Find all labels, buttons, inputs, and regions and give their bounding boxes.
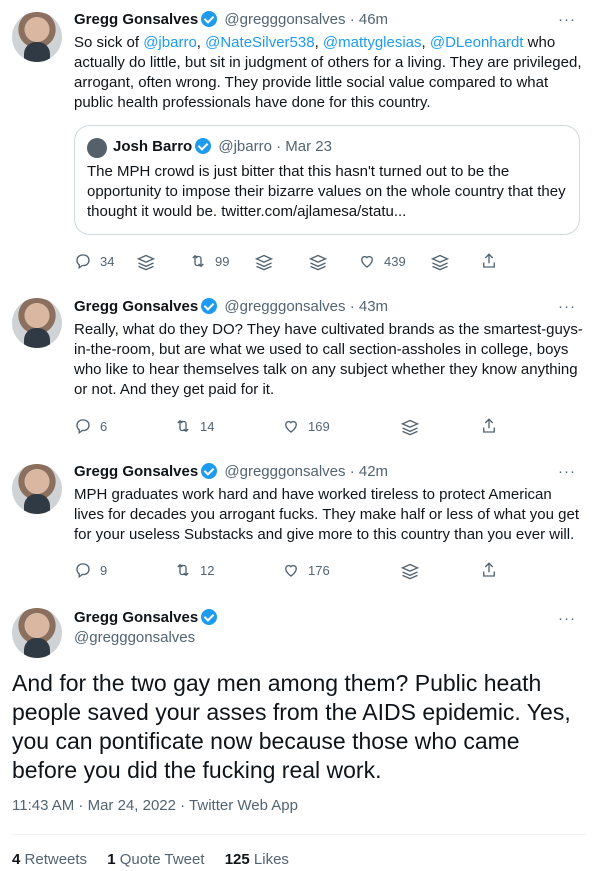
stack-icon[interactable] [430,253,450,273]
author-handle-row: @gregggonsalves [74,627,195,649]
author-handle[interactable]: @gregggonsalves [224,11,345,28]
share-icon [483,418,495,433]
tweet-time[interactable]: 42m [359,463,388,480]
verified-badge-icon [201,298,218,314]
retweet-button[interactable]: 12 [174,558,214,582]
verified-badge-icon [201,463,218,479]
separator: · [349,11,355,28]
tweet-time: Mar 23 [285,138,332,155]
share-button[interactable] [480,414,506,438]
action-bar: 34 99 439 [74,249,584,273]
tweet-header: Gregg Gonsalves @gregggonsalves · 43m [74,296,388,318]
retweet-icon [192,254,204,268]
divider [12,834,586,835]
likes-stat[interactable]: 125 Likes [225,851,289,868]
verified-badge-icon [201,609,218,625]
reply-count: 6 [100,418,108,434]
mention-link[interactable]: @DLeonhardt [430,34,524,51]
tweet-text: So sick of @jbarro, @NateSilver538, @mat… [74,34,582,111]
tweet-time[interactable]: 43m [359,298,388,315]
author-handle[interactable]: @gregggonsalves [74,629,195,646]
retweet-icon [177,419,189,433]
share-icon [483,562,495,577]
reply-count: 34 [100,253,115,269]
reply-button[interactable]: 34 [74,249,114,273]
quote-tweets-stat[interactable]: 1 Quote Tweet [107,851,204,868]
retweet-count: 12 [200,562,215,578]
mention-link[interactable]: @mattyglesias [323,34,422,51]
separator: · [349,298,355,315]
tweet-text: MPH graduates work hard and have worked … [74,486,579,543]
reply-button[interactable]: 6 [74,414,107,438]
avatar[interactable] [12,464,62,514]
reply-icon [76,563,90,579]
author-handle[interactable]: @gregggonsalves [224,463,345,480]
like-count: 176 [308,562,330,578]
more-icon[interactable]: ··· [558,462,576,482]
retweet-count: 14 [200,418,215,434]
avatar[interactable] [12,298,62,348]
retweet-button[interactable]: 99 [189,249,229,273]
tweet-3[interactable]: Gregg Gonsalves @gregggonsalves · 42m ··… [0,460,598,600]
avatar[interactable] [12,12,62,62]
separator: · [349,463,355,480]
main-tweet-text: And for the two gay men among them? Publ… [12,670,571,783]
more-icon[interactable]: ··· [558,609,576,629]
author-name[interactable]: Gregg Gonsalves [74,298,198,315]
tweet-header: Gregg Gonsalves @gregggonsalves · 46m [74,9,388,31]
more-icon[interactable]: ··· [558,10,576,30]
mention-link[interactable]: @jbarro [143,34,197,51]
author-handle[interactable]: @gregggonsalves [224,298,345,315]
engagement-stats: 4 Retweets 1 Quote Tweet 125 Likes [12,850,289,870]
tweet-1[interactable]: Gregg Gonsalves @gregggonsalves · 46m ··… [0,0,598,290]
verified-badge-icon [201,11,218,27]
author-name[interactable]: Gregg Gonsalves [74,609,198,626]
action-bar: 9 12 176 [74,558,584,582]
author-name[interactable]: Gregg Gonsalves [74,463,198,480]
separator: · [276,138,282,155]
like-icon [361,255,373,268]
tweet-time[interactable]: 46m [359,11,388,28]
avatar[interactable] [12,608,62,658]
reply-count: 9 [100,562,108,578]
like-count: 439 [384,253,406,269]
quoted-tweet-text: The MPH crowd is just bitter that this h… [87,163,566,220]
share-button[interactable] [480,249,506,273]
retweet-button[interactable]: 14 [174,414,214,438]
mention-link[interactable]: @NateSilver538 [205,34,314,51]
like-button[interactable]: 439 [358,249,406,273]
tweet-header: Gregg Gonsalves @gregggonsalves · 42m [74,461,388,483]
stack-icon[interactable] [400,418,420,438]
tweet-text: Really, what do they DO? They have culti… [74,321,583,398]
tweet-timestamp[interactable]: 11:43 AM · Mar 24, 2022 · Twitter Web Ap… [12,796,298,816]
retweets-stat[interactable]: 4 Retweets [12,851,87,868]
like-icon [285,420,297,433]
like-count: 169 [308,418,330,434]
like-button[interactable]: 169 [282,414,330,438]
quoted-tweet-header: Josh Barro @jbarro · Mar 23 [113,136,332,158]
retweet-count: 99 [215,253,230,269]
author-name[interactable]: Gregg Gonsalves [74,11,198,28]
stack-icon[interactable] [136,253,156,273]
author-name: Josh Barro [113,138,193,155]
stack-icon[interactable] [400,562,420,582]
avatar [87,138,107,158]
retweet-icon [177,563,189,577]
author-handle: @jbarro [218,138,272,155]
like-button[interactable]: 176 [282,558,330,582]
more-icon[interactable]: ··· [558,297,576,317]
tweet-2[interactable]: Gregg Gonsalves @gregggonsalves · 43m ··… [0,290,598,460]
reply-icon [76,254,90,270]
share-icon [483,253,495,268]
verified-badge-icon [195,138,212,154]
action-bar: 6 14 169 [74,414,584,438]
quoted-tweet[interactable]: Josh Barro @jbarro · Mar 23 The MPH crow… [74,125,580,235]
share-button[interactable] [480,558,506,582]
stack-icon[interactable] [254,253,274,273]
author-name-row: Gregg Gonsalves [74,607,220,629]
reply-button[interactable]: 9 [74,558,107,582]
stack-icon[interactable] [308,253,328,273]
like-icon [285,564,297,577]
reply-icon [76,419,90,435]
